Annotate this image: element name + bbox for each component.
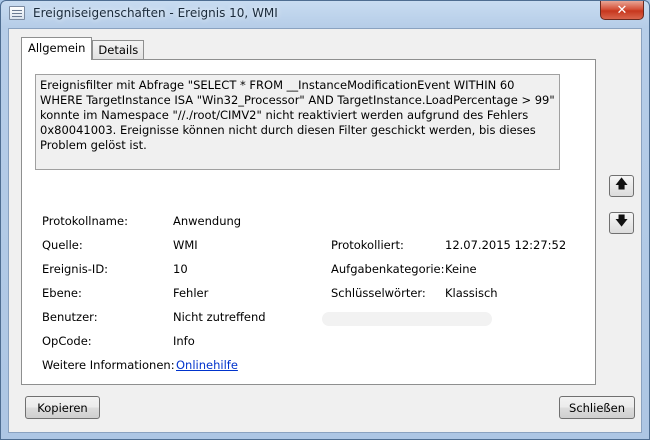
more-info-label: Weitere Informationen: [42, 358, 175, 372]
source-value[interactable]: WMI [173, 238, 198, 252]
window-close-button[interactable]: ✕ [600, 1, 644, 20]
tab-strip: Allgemein Details [21, 37, 145, 60]
title-bar[interactable]: Ereigniseigenschaften - Ereignis 10, WMI… [1, 1, 649, 27]
next-event-button[interactable]: 🡇 [609, 212, 634, 234]
user-label: Benutzer: [42, 310, 98, 324]
event-id-value[interactable]: 10 [173, 262, 188, 276]
event-properties-icon [9, 6, 25, 20]
logged-label: Protokolliert: [331, 238, 404, 252]
dialog-client-area: Allgemein Details Ereignisfilter mit Abf… [8, 28, 642, 433]
keywords-label: Schlüsselwörter: [331, 286, 426, 300]
general-tab-panel: Ereignisfilter mit Abfrage "SELECT * FRO… [21, 59, 596, 385]
tab-allgemein[interactable]: Allgemein [21, 37, 93, 60]
event-properties-window: Ereigniseigenschaften - Ereignis 10, WMI… [0, 0, 650, 440]
level-label: Ebene: [42, 286, 82, 300]
previous-event-button[interactable]: 🡅 [609, 175, 634, 197]
opcode-value[interactable]: Info [173, 334, 195, 348]
task-category-value[interactable]: Keine [445, 262, 477, 276]
keywords-value[interactable]: Klassisch [445, 286, 498, 300]
level-value[interactable]: Fehler [173, 286, 208, 300]
user-value[interactable]: Nicht zutreffend [173, 310, 266, 324]
window-title: Ereigniseigenschaften - Ereignis 10, WMI [33, 6, 278, 20]
close-icon: ✕ [616, 2, 628, 18]
log-name-label: Protokollname: [42, 214, 128, 228]
logged-value[interactable]: 12.07.2015 12:27:52 [445, 238, 566, 252]
arrow-up-icon: 🡅 [614, 177, 629, 192]
opcode-label: OpCode: [42, 334, 92, 348]
arrow-down-icon: 🡇 [614, 214, 629, 229]
source-label: Quelle: [42, 238, 83, 252]
tab-details[interactable]: Details [92, 40, 145, 60]
task-category-label: Aufgabenkategorie: [331, 262, 445, 276]
close-button[interactable]: Schließen [559, 396, 635, 419]
event-description[interactable]: Ereignisfilter mit Abfrage "SELECT * FRO… [35, 74, 560, 170]
event-id-label: Ereignis-ID: [42, 262, 109, 276]
redacted-computer-field [322, 312, 492, 326]
copy-button[interactable]: Kopieren [25, 396, 100, 419]
online-help-link[interactable]: Onlinehilfe [176, 358, 238, 372]
log-name-value[interactable]: Anwendung [173, 214, 241, 228]
